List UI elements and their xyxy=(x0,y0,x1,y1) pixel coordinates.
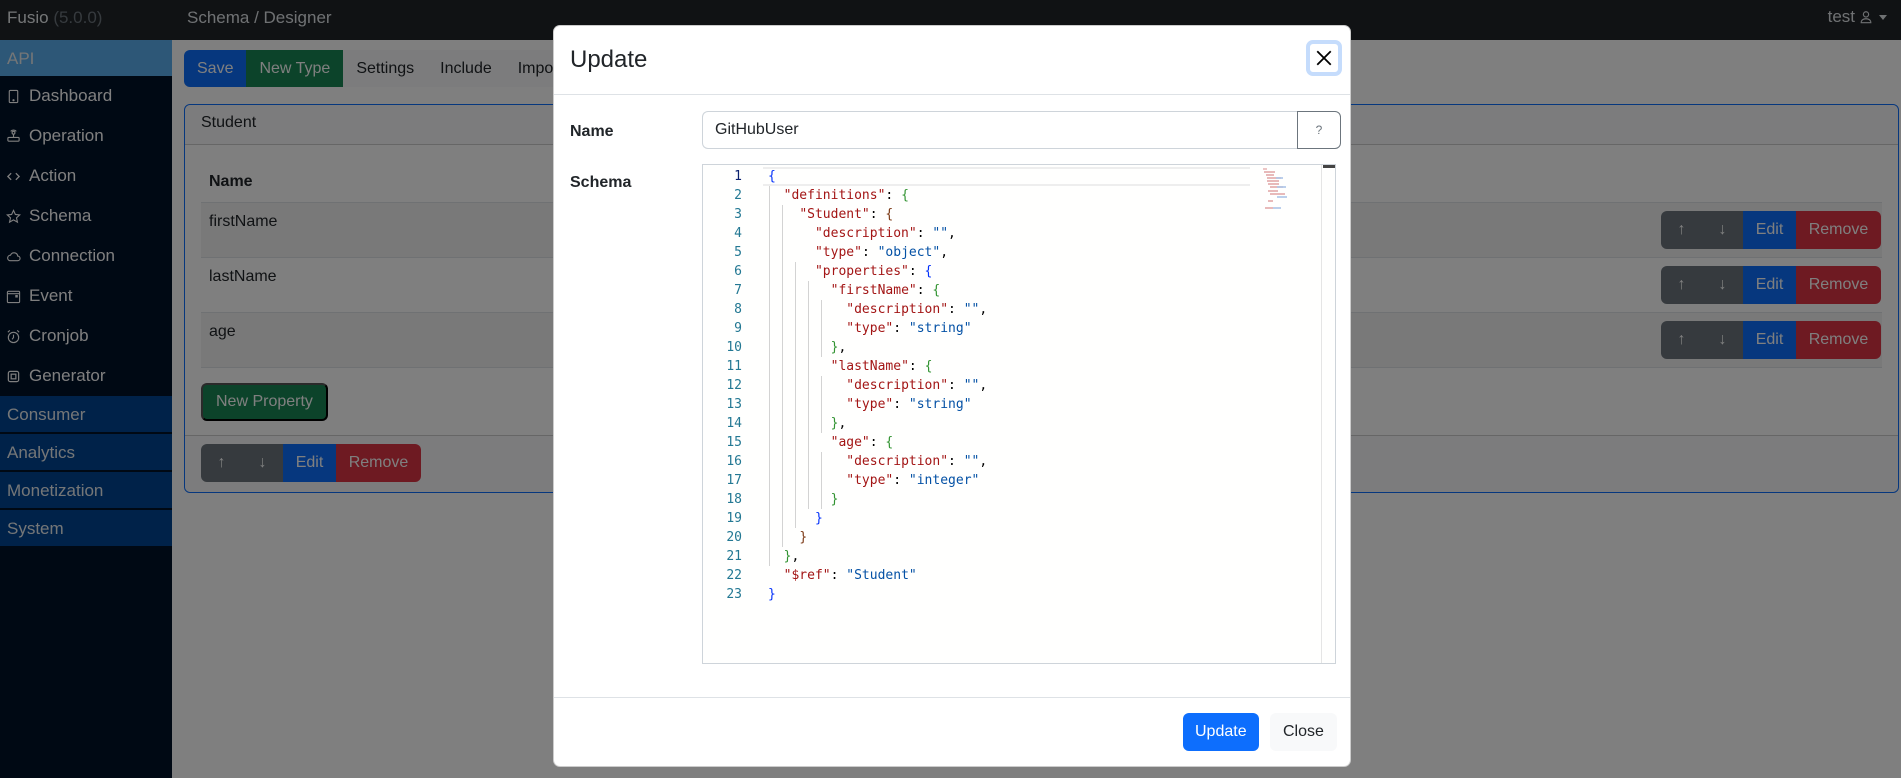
line-number: 17 xyxy=(726,473,742,488)
editor-minimap[interactable] xyxy=(1261,167,1295,212)
line-number: 4 xyxy=(734,226,742,241)
line-number: 15 xyxy=(726,435,742,450)
code-line: "description": "", xyxy=(846,302,988,317)
code-line: }, xyxy=(783,549,800,564)
line-number: 22 xyxy=(726,568,742,583)
modal-title: Update xyxy=(570,46,648,73)
line-number: 14 xyxy=(726,416,742,431)
code-line: "type": "object", xyxy=(814,245,949,260)
code-line: "description": "", xyxy=(846,454,988,469)
line-number: 12 xyxy=(726,378,742,393)
line-number: 3 xyxy=(734,207,742,222)
line-number: 20 xyxy=(726,530,742,545)
schema-code-editor[interactable]: 1 {2 "definitions": { 3 "Student": { 4 "des… xyxy=(702,164,1336,664)
line-number: 19 xyxy=(726,511,742,526)
indent-guide xyxy=(821,376,822,433)
indent-guide xyxy=(782,205,783,547)
code-line: "type": "string" xyxy=(846,397,972,412)
close-icon xyxy=(1316,50,1332,66)
update-modal: Update Name ? Schema 1 {2 "definitions": … xyxy=(553,25,1351,767)
help-button[interactable]: ? xyxy=(1297,111,1341,149)
line-number: 8 xyxy=(734,302,742,317)
code-line: "type": "integer" xyxy=(846,473,980,488)
line-number: 7 xyxy=(734,283,742,298)
update-button[interactable]: Update xyxy=(1183,713,1259,751)
name-field-group: ? xyxy=(702,111,1341,149)
line-number: 2 xyxy=(734,188,742,203)
code-line: "definitions": { xyxy=(783,188,909,203)
editor-scrollbar[interactable] xyxy=(1321,165,1335,663)
line-number: 23 xyxy=(726,587,742,602)
code-line: "age": { xyxy=(830,435,894,450)
code-line: "$ref": "Student" xyxy=(783,568,917,583)
modal-footer: Update Close xyxy=(554,697,1350,766)
line-number: 13 xyxy=(726,397,742,412)
line-number: 21 xyxy=(726,549,742,564)
code-line: "description": "", xyxy=(814,226,956,241)
close-modal-button[interactable]: Close xyxy=(1270,713,1337,751)
line-number: 10 xyxy=(726,340,742,355)
code-line: "type": "string" xyxy=(846,321,972,336)
code-line: } xyxy=(830,492,839,507)
current-line-highlight xyxy=(763,167,1250,186)
modal-header: Update xyxy=(554,26,1350,95)
code-line: } xyxy=(768,587,776,602)
code-line: { xyxy=(768,169,776,184)
line-number: 5 xyxy=(734,245,742,260)
line-number: 6 xyxy=(734,264,742,279)
code-line: "properties": { xyxy=(814,264,933,279)
schema-label: Schema xyxy=(570,174,632,191)
code-line: "description": "", xyxy=(846,378,988,393)
code-line: } xyxy=(799,530,808,545)
name-label: Name xyxy=(570,123,614,140)
name-input[interactable] xyxy=(702,111,1297,149)
indent-guide xyxy=(821,300,822,357)
code-line: "Student": { xyxy=(799,207,894,222)
code-line: "firstName": { xyxy=(830,283,941,298)
indent-guide xyxy=(769,186,770,566)
indent-guide xyxy=(795,262,796,528)
line-number: 11 xyxy=(726,359,742,374)
indent-guide xyxy=(808,281,809,509)
line-number: 16 xyxy=(726,454,742,469)
line-number: 9 xyxy=(734,321,742,336)
close-button[interactable] xyxy=(1306,40,1342,76)
line-number: 18 xyxy=(726,492,742,507)
indent-guide xyxy=(821,452,822,509)
code-line: "lastName": { xyxy=(830,359,933,374)
line-number: 1 xyxy=(734,169,742,184)
